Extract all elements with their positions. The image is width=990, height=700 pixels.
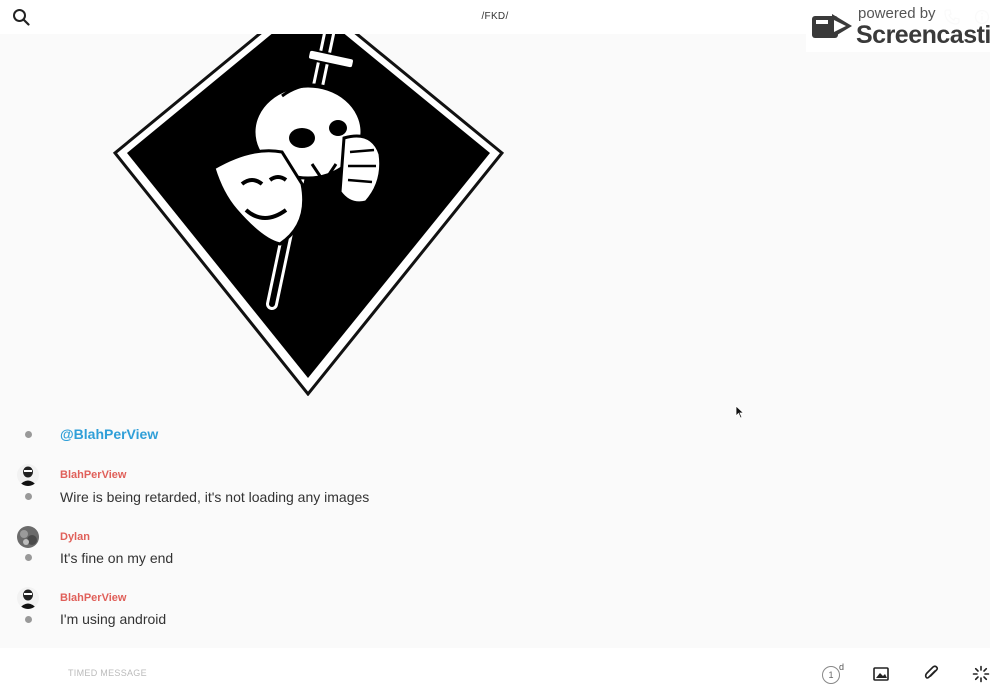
image-icon[interactable] [873, 666, 889, 682]
paperclip-icon[interactable] [923, 665, 939, 683]
message-status-dot [25, 431, 32, 438]
watermark-brand-text: Screencastify [856, 21, 990, 49]
timer-button[interactable]: 1 d [822, 662, 846, 686]
message-composer: TIMED MESSAGE 1 d [0, 648, 990, 700]
more-icon[interactable] [972, 665, 990, 683]
avatar[interactable] [17, 526, 39, 548]
timer-icon: 1 [822, 666, 840, 684]
shared-image[interactable] [112, 34, 504, 396]
message-text: Wire is being retarded, it's not loading… [60, 489, 370, 505]
message-status-dot [25, 616, 32, 623]
watermark-small-text: powered by [858, 5, 936, 22]
mouse-cursor-icon [735, 405, 745, 419]
avatar[interactable] [17, 587, 39, 609]
timer-unit-label: d [839, 662, 845, 672]
message-status-dot [25, 493, 32, 500]
message-sender[interactable]: BlahPerView [60, 469, 126, 481]
message-input[interactable]: TIMED MESSAGE [68, 668, 147, 678]
message-status-dot [25, 554, 32, 561]
screencastify-watermark: powered by Screencastify [806, 2, 990, 52]
mention-text[interactable]: @BlahPerView [60, 426, 158, 442]
screencastify-logo-icon [812, 14, 852, 38]
message-text: It's fine on my end [60, 550, 174, 566]
message-sender[interactable]: Dylan [60, 531, 90, 543]
avatar[interactable] [17, 464, 39, 486]
message-text: I'm using android [60, 611, 167, 627]
message-sender[interactable]: BlahPerView [60, 592, 126, 604]
